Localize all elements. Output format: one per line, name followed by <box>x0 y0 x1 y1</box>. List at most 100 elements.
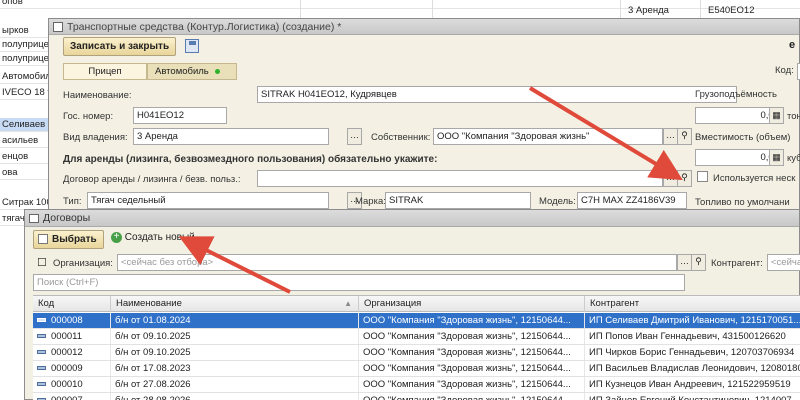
column-header-code[interactable]: Код <box>33 296 111 312</box>
volume-label: Вместимость (объем) <box>695 132 791 143</box>
sort-asc-icon: ▲ <box>344 299 352 308</box>
cell-name: б/н от 28.08.2026 <box>111 393 359 400</box>
cell-org: ООО "Компания "Здоровая жизнь", 12150644… <box>359 361 585 376</box>
cell-counterparty: ИП Селиваев Дмитрий Иванович, 1215170051… <box>585 313 800 328</box>
name-label: Наименование: <box>63 90 132 101</box>
capacity-label: Грузоподъёмность <box>695 89 777 100</box>
column-header-name-label: Наименование <box>116 298 182 309</box>
name-field[interactable]: SITRAK H041EO12, Кудрявцев <box>257 86 737 103</box>
cell-code-text: 000011 <box>51 331 82 342</box>
ownership-select-button[interactable]: … <box>347 128 362 145</box>
column-header-org[interactable]: Организация <box>359 296 585 312</box>
counterparty-filter-field[interactable]: <сейчас <box>767 254 800 271</box>
table-row[interactable]: 000009 б/н от 17.08.2023 ООО "Компания "Зд… <box>33 361 800 377</box>
owner-search-icon[interactable]: ⚲ <box>677 128 692 145</box>
cell-code: 000008 <box>33 313 111 328</box>
cell-counterparty: ИП Зайцев Евгений Константинович, 121400… <box>585 393 800 400</box>
used-label: Используется неск <box>713 173 796 184</box>
record-icon <box>37 334 46 339</box>
save-icon[interactable] <box>185 39 199 53</box>
cell-org: ООО "Компания "Здоровая жизнь", 12150644… <box>359 393 585 400</box>
window-icon <box>29 214 39 223</box>
contract-label: Договор аренды / лизинга / безв. польз.: <box>63 174 241 185</box>
org-label: Организация: <box>53 258 113 269</box>
cell-code: 000011 <box>33 329 111 344</box>
code-label: Код: <box>775 65 794 76</box>
table-row[interactable]: 000010 б/н от 27.08.2026 ООО "Компания "Зд… <box>33 377 800 393</box>
cell-org: ООО "Компания "Здоровая жизнь", 12150644… <box>359 329 585 344</box>
table-row[interactable]: 000008 б/н от 01.08.2024 ООО "Компания "Зд… <box>33 313 800 329</box>
contract-select-button[interactable]: … <box>663 170 678 187</box>
create-new-button[interactable]: + Создать новый <box>111 232 195 243</box>
model-label: Модель: <box>539 196 576 207</box>
cell-code: 000009 <box>33 361 111 376</box>
list-cell: Е540ЕО12 <box>708 5 755 16</box>
cell-name: б/н от 27.08.2026 <box>111 377 359 392</box>
window-title-bar[interactable]: Договоры <box>25 210 799 227</box>
owner-select-button[interactable]: … <box>663 128 678 145</box>
cell-code-text: 000007 <box>51 395 83 400</box>
cell-org: ООО "Компания "Здоровая жизнь", 12150644… <box>359 377 585 392</box>
tab-vehicle[interactable]: Автомобиль <box>147 63 237 80</box>
ownership-label: Вид владения: <box>63 132 128 143</box>
table-header: Код Наименование ▲ Организация Контрагент <box>33 296 800 312</box>
select-button[interactable]: Выбрать <box>33 230 104 249</box>
window-title: Договоры <box>43 212 91 224</box>
cell-code: 000010 <box>33 377 111 392</box>
cell-name: б/н от 17.08.2023 <box>111 361 359 376</box>
owner-field[interactable]: ООО "Компания "Здоровая жизнь" <box>433 128 663 145</box>
calculator-icon[interactable]: ▦ <box>769 149 784 166</box>
list-cell: 3 Аренда <box>628 5 669 16</box>
cell-name: б/н от 09.10.2025 <box>111 345 359 360</box>
cell-org: ООО "Компания "Здоровая жизнь", 12150644… <box>359 345 585 360</box>
cell-code-text: 000012 <box>51 347 83 358</box>
type-label: Тип: <box>63 196 82 207</box>
more-actions-icon[interactable]: е <box>789 39 795 51</box>
type-field[interactable]: Тягач седельный <box>87 192 329 209</box>
select-icon <box>38 234 48 244</box>
ownership-field[interactable]: 3 Аренда <box>133 128 329 145</box>
calculator-icon[interactable]: ▦ <box>769 107 784 124</box>
gos-number-label: Гос. номер: <box>63 111 114 122</box>
gos-number-field[interactable]: H041EO12 <box>133 107 227 124</box>
list-item[interactable]: опов <box>0 0 800 9</box>
column-header-counterparty[interactable]: Контрагент <box>585 296 800 312</box>
lease-header: Для аренды (лизинга, безвозмездного поль… <box>63 154 438 165</box>
column-header-name[interactable]: Наименование ▲ <box>111 296 359 312</box>
cell-code-text: 000009 <box>51 363 83 374</box>
fuel-label: Топливо по умолчани <box>695 197 790 208</box>
window-title: Транспортные средства (Контур.Логистика)… <box>67 21 342 33</box>
capacity-unit: тонн <box>787 111 800 122</box>
cell-code: 000012 <box>33 345 111 360</box>
window-icon <box>53 22 63 32</box>
contracts-window: Договоры Выбрать + Создать новый Организ… <box>24 209 800 400</box>
cell-counterparty: ИП Васильев Владислав Леонидович, 120801… <box>585 361 800 376</box>
org-filter-checkbox[interactable]: ☐ <box>37 256 47 269</box>
window-title-bar[interactable]: Транспортные средства (Контур.Логистика)… <box>49 19 799 35</box>
record-icon <box>37 350 46 355</box>
org-filter-field[interactable]: <сейчас без отбора> <box>117 254 677 271</box>
brand-field[interactable]: SITRAK <box>385 192 531 209</box>
cell-counterparty: ИП Чирков Борис Геннадьевич, 12070370693… <box>585 345 800 360</box>
active-dot-icon <box>214 68 220 74</box>
save-close-button[interactable]: Записать и закрыть <box>63 37 177 56</box>
table-row[interactable]: 000007 б/н от 28.08.2026ООО "Компания "Зд… <box>33 393 800 400</box>
model-field[interactable]: C7H MAX ZZ4186V39 <box>577 192 687 209</box>
record-icon <box>37 366 46 371</box>
table-row[interactable]: 000011 б/н от 09.10.2025 ООО "Компания "Зд… <box>33 329 800 345</box>
owner-label: Собственник: <box>371 132 431 143</box>
table-row[interactable]: 000012 б/н от 09.10.2025 ООО "Компания "Зд… <box>33 345 800 361</box>
cell-name: б/н от 09.10.2025 <box>111 329 359 344</box>
contract-field[interactable] <box>257 170 663 187</box>
cell-code-text: 000008 <box>51 315 83 326</box>
tab-trailer[interactable]: Прицеп <box>63 63 147 80</box>
search-input[interactable]: Поиск (Ctrl+F) <box>33 274 685 291</box>
org-search-icon[interactable]: ⚲ <box>691 254 706 271</box>
cell-code-text: 000010 <box>51 379 83 390</box>
create-new-label: Создать новый <box>124 232 195 244</box>
used-checkbox[interactable] <box>697 171 708 182</box>
cell-org: ООО "Компания "Здоровая жизнь", 12150644… <box>359 313 585 328</box>
contract-search-icon[interactable]: ⚲ <box>677 170 692 187</box>
org-select-button[interactable]: … <box>677 254 692 271</box>
contracts-table: Код Наименование ▲ Организация Контрагент… <box>33 295 800 400</box>
